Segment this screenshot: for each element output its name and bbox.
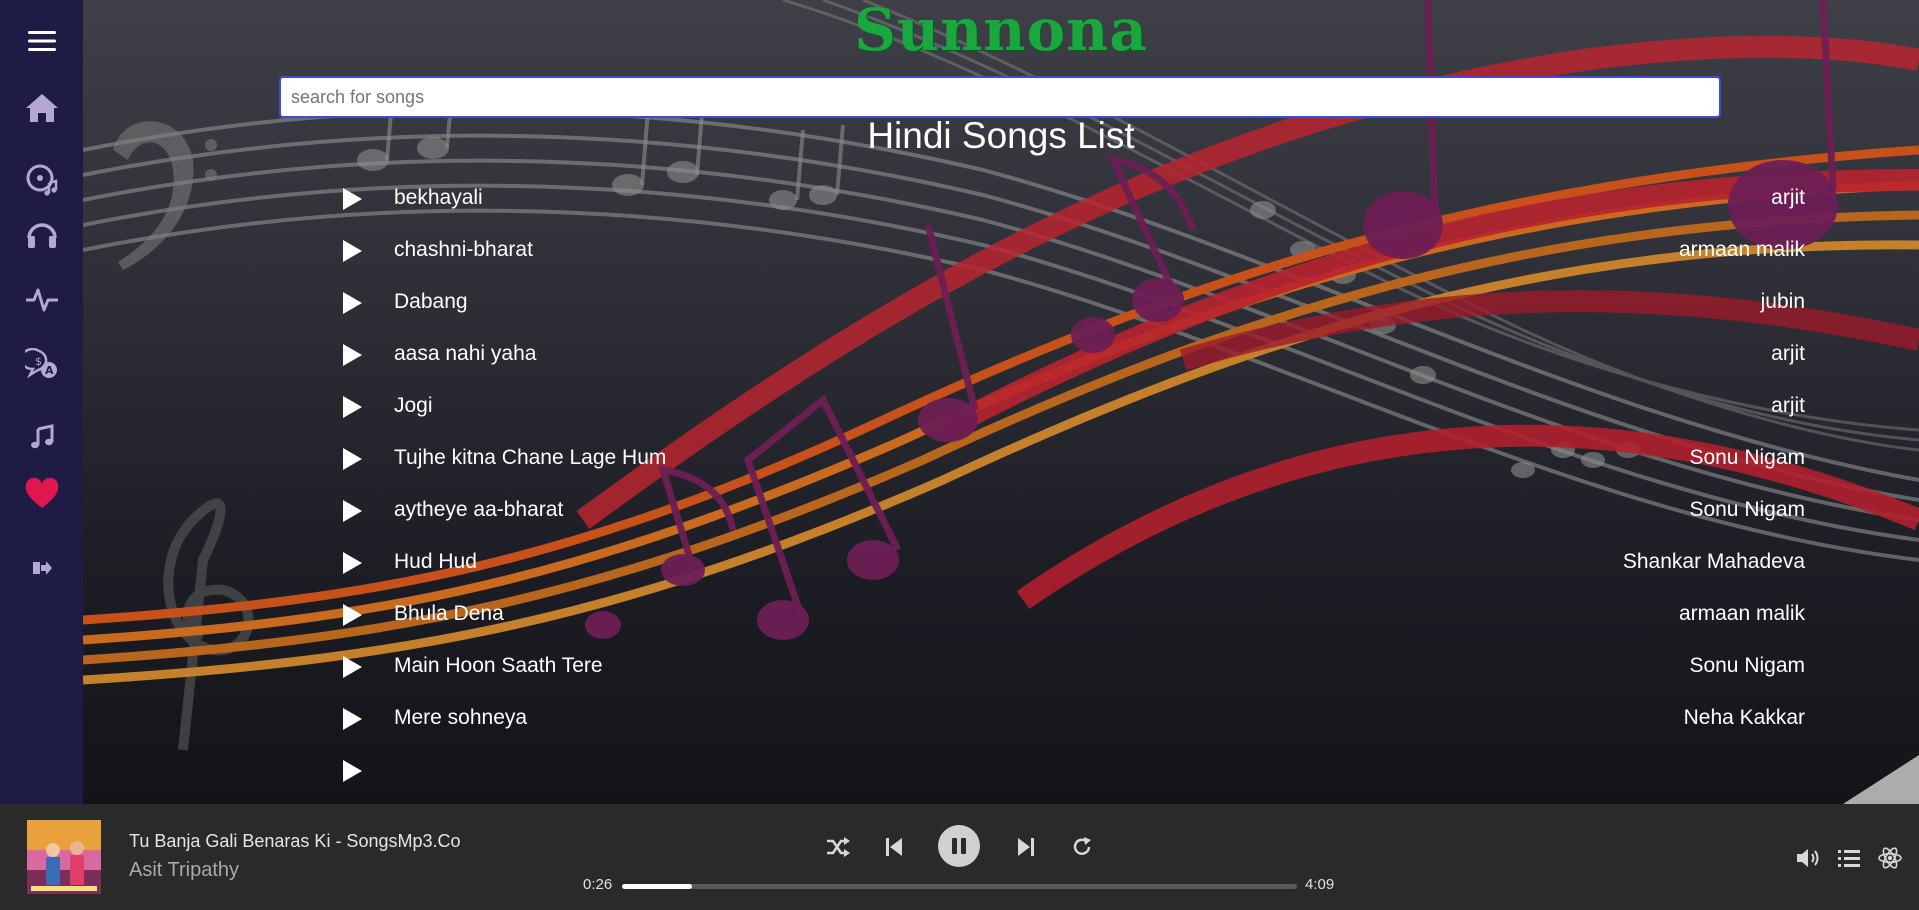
progress-fill (622, 884, 693, 889)
song-title: Main Hoon Saath Tere (394, 654, 603, 677)
svg-text:$: $ (35, 355, 42, 368)
song-title: aytheye aa-bharat (394, 498, 564, 521)
now-playing-title: Tu Banja Gali Benaras Ki - SongsMp3.Co (129, 831, 461, 851)
home-icon[interactable] (0, 90, 83, 126)
song-list-title: Hindi Songs List (867, 115, 1135, 156)
current-time: 0:26 (583, 876, 613, 893)
album-cover[interactable] (27, 820, 101, 894)
song-artist: Neha Kakkar (1683, 706, 1805, 729)
play-icon[interactable] (343, 344, 362, 366)
song-artist: Sonu Nigam (1689, 654, 1805, 677)
play-icon[interactable] (343, 240, 362, 262)
song-row[interactable]: bekhayali arjit (253, 178, 1893, 218)
song-title: Mere sohneya (394, 706, 528, 729)
song-artist: arjit (1771, 394, 1805, 417)
previous-icon[interactable] (879, 832, 909, 862)
song-row[interactable]: aasa nahi yaha arjit (253, 334, 1893, 374)
song-artist: armaan malik (1678, 238, 1805, 261)
song-artist: arjit (1771, 342, 1805, 365)
song-title: Tujhe kitna Chane Lage Hum (394, 446, 667, 469)
song-artist: Sonu Nigam (1689, 498, 1805, 521)
play-icon[interactable] (343, 760, 362, 782)
play-icon[interactable] (343, 708, 362, 730)
repeat-icon[interactable] (1067, 832, 1097, 862)
play-icon[interactable] (343, 500, 362, 522)
now-playing-artist: Asit Tripathy (129, 859, 240, 881)
song-artist: Sonu Nigam (1689, 446, 1805, 469)
logout-icon[interactable] (0, 556, 83, 580)
play-icon[interactable] (343, 656, 362, 678)
shuffle-icon[interactable] (823, 832, 853, 862)
song-row[interactable]: Dabang jubin (253, 282, 1893, 322)
song-artist: armaan malik (1678, 602, 1805, 625)
react-atom-icon[interactable] (1876, 844, 1904, 872)
song-artist: Shankar Mahadeva (1622, 550, 1805, 573)
song-artist: jubin (1760, 290, 1805, 313)
song-row[interactable]: Main Hoon Saath Tere Sonu Nigam (253, 646, 1893, 686)
song-title: Hud Hud (394, 550, 477, 573)
song-row[interactable]: aytheye aa-bharat Sonu Nigam (253, 490, 1893, 530)
player-bar: Tu Banja Gali Benaras Ki - SongsMp3.Co A… (0, 804, 1919, 910)
play-icon[interactable] (343, 292, 362, 314)
brand-logo: Sunnona (854, 0, 1148, 64)
svg-text:A: A (45, 364, 54, 377)
song-row[interactable]: Jogi arjit (253, 386, 1893, 426)
search-input[interactable] (279, 76, 1721, 118)
heart-icon[interactable] (0, 476, 83, 512)
sidebar: $ A (0, 0, 83, 804)
play-icon[interactable] (343, 552, 362, 574)
song-row[interactable] (253, 750, 1893, 790)
progress-bar[interactable] (622, 884, 1297, 889)
song-row[interactable]: chashni-bharat armaan malik (253, 230, 1893, 270)
main-content: Sunnona Hindi Songs List bekhayali arjit… (83, 0, 1919, 804)
song-artist: arjit (1771, 186, 1805, 209)
play-icon[interactable] (343, 604, 362, 626)
song-row[interactable]: Bhula Dena armaan malik (253, 594, 1893, 634)
song-title: Jogi (394, 394, 433, 417)
pause-icon[interactable] (938, 825, 980, 867)
next-icon[interactable] (1011, 832, 1041, 862)
play-icon[interactable] (343, 448, 362, 470)
song-title: aasa nahi yaha (394, 342, 537, 365)
language-chat-icon[interactable]: $ A (0, 346, 83, 382)
headphones-icon[interactable] (0, 216, 83, 252)
song-row[interactable]: Hud Hud Shankar Mahadeva (253, 542, 1893, 582)
play-icon[interactable] (343, 188, 362, 210)
song-title: bekhayali (394, 186, 483, 209)
song-title: Dabang (394, 290, 468, 313)
pulse-icon[interactable] (0, 282, 83, 318)
song-title: chashni-bharat (394, 238, 533, 261)
hamburger-menu-icon[interactable] (0, 26, 83, 56)
volume-icon[interactable] (1793, 844, 1823, 872)
song-title: Bhula Dena (394, 602, 504, 625)
queue-list-icon[interactable] (1836, 844, 1862, 872)
music-note-icon[interactable] (0, 422, 83, 452)
play-icon[interactable] (343, 396, 362, 418)
song-row[interactable]: Tujhe kitna Chane Lage Hum Sonu Nigam (253, 438, 1893, 478)
music-disc-icon[interactable] (0, 162, 83, 198)
duration: 4:09 (1305, 876, 1335, 893)
song-row[interactable]: Mere sohneya Neha Kakkar (253, 698, 1893, 738)
